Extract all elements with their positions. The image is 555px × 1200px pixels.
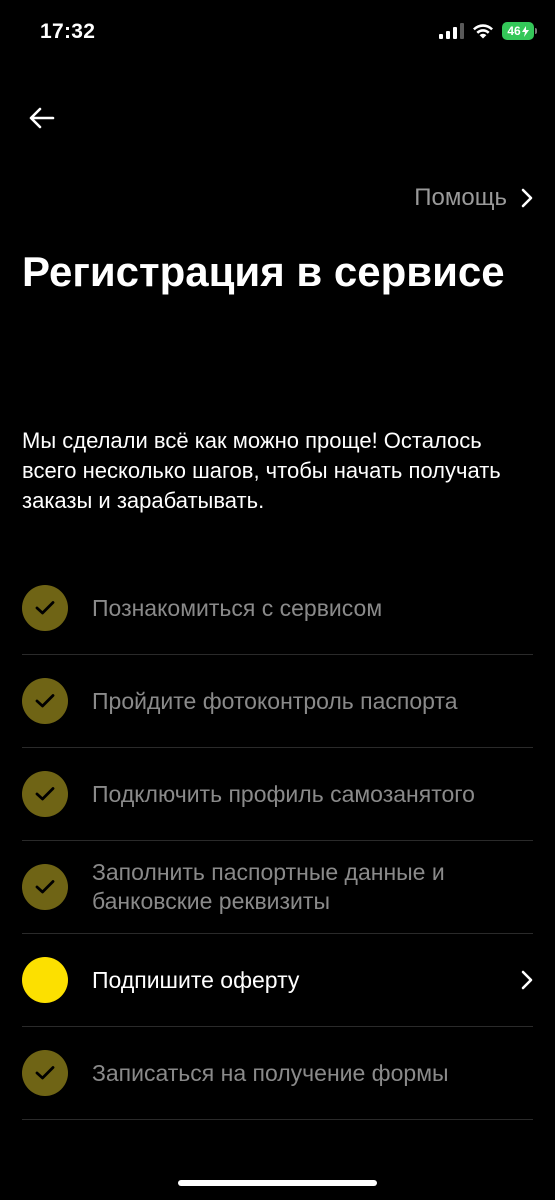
wifi-icon <box>473 24 493 39</box>
step-label: Записаться на получение формы <box>92 1059 449 1086</box>
step-item: Заполнить паспортные данные и банковские… <box>22 841 533 934</box>
battery-percent: 46 <box>507 24 521 38</box>
battery-cap <box>535 28 537 34</box>
back-button[interactable] <box>22 98 62 138</box>
step-label: Заполнить паспортные данные и банковские… <box>92 859 445 914</box>
status-bar: 17:32 46 <box>0 0 555 70</box>
step-item: Пройдите фотоконтроль паспорта <box>22 655 533 748</box>
home-indicator[interactable] <box>178 1180 377 1186</box>
step-label: Пройдите фотоконтроль паспорта <box>92 687 458 714</box>
step-item: Познакомиться с сервисом <box>22 562 533 655</box>
chevron-right-icon <box>521 970 533 990</box>
battery-level: 46 <box>502 22 534 40</box>
step-item-sign-offer[interactable]: Подпишите оферту <box>22 934 533 1027</box>
status-icons: 46 <box>439 22 537 40</box>
charging-bolt-icon <box>521 25 529 37</box>
step-check-icon <box>22 771 68 817</box>
step-check-icon <box>22 678 68 724</box>
step-check-icon <box>22 585 68 631</box>
cellular-signal-icon <box>439 23 464 39</box>
step-check-icon <box>22 864 68 910</box>
registration-steps-list: Познакомиться с сервисом Пройдите фотоко… <box>22 562 533 1120</box>
step-item: Записаться на получение формы <box>22 1027 533 1120</box>
step-label: Познакомиться с сервисом <box>92 594 383 621</box>
battery-icon: 46 <box>502 22 537 40</box>
step-current-dot-icon <box>22 957 68 1003</box>
step-label: Подключить профиль самозанятого <box>92 780 475 807</box>
arrow-left-icon <box>29 107 55 129</box>
step-label: Подпишите оферту <box>92 966 300 993</box>
status-time: 17:32 <box>40 20 96 43</box>
intro-text: Мы сделали всё как можно проще! Осталось… <box>22 428 501 513</box>
step-check-icon <box>22 1050 68 1096</box>
page-title: Регистрация в сервисе <box>22 248 505 295</box>
step-item: Подключить профиль самозанятого <box>22 748 533 841</box>
help-link[interactable]: Помощь <box>414 184 533 212</box>
help-label: Помощь <box>414 184 507 211</box>
chevron-right-icon <box>521 188 533 208</box>
